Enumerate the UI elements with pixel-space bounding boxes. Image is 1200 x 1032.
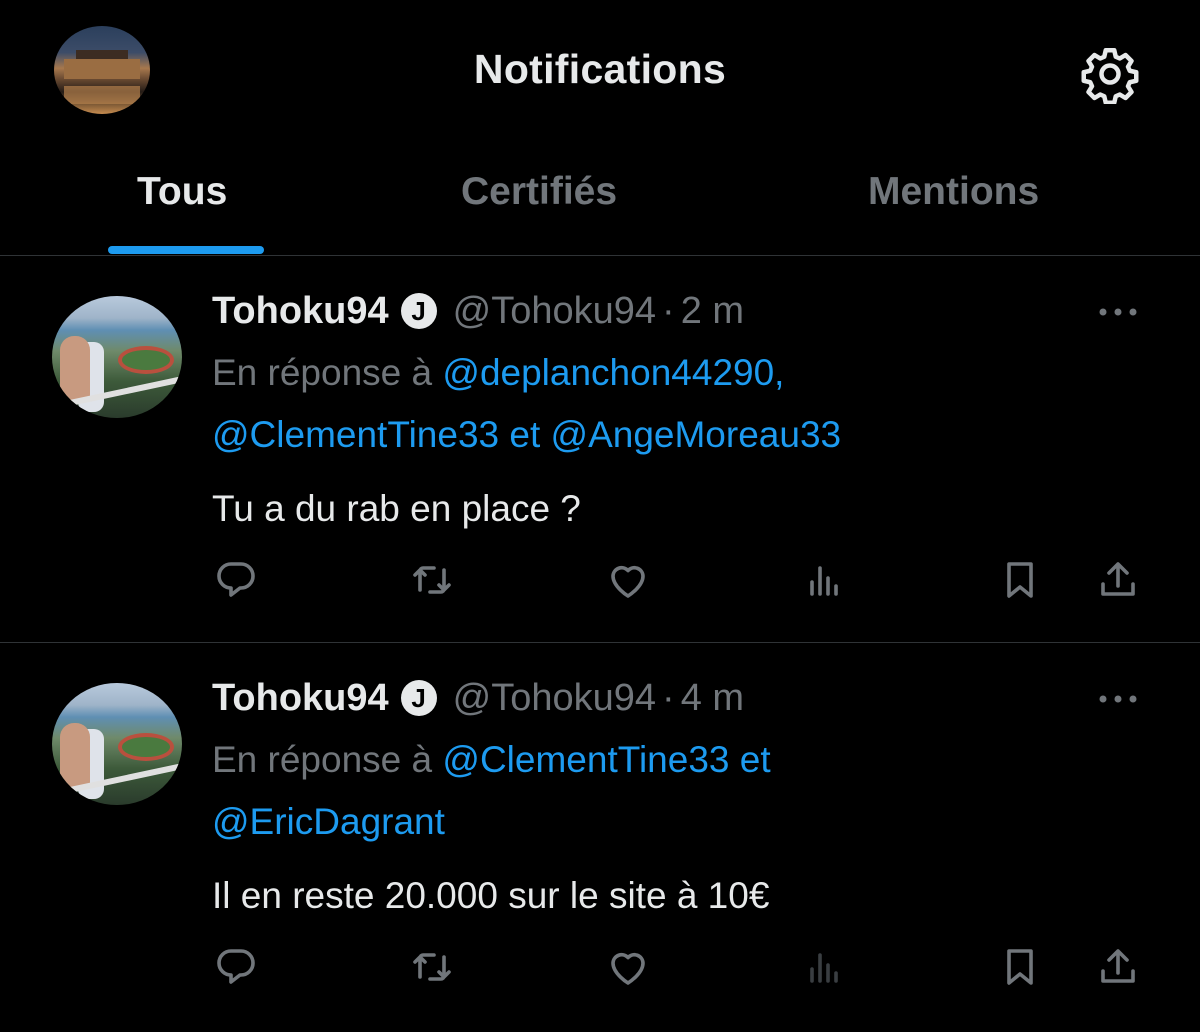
tweet-header: Tohoku94 J @Tohoku94 · 4 m [212,675,744,721]
timestamp[interactable]: 4 m [681,677,744,720]
reply-context: En réponse à @deplanchon44290, [212,352,784,394]
reply-joiner: et [509,414,541,455]
mention-link[interactable]: @ClementTine33 [212,414,499,455]
timestamp[interactable]: 2 m [681,290,744,333]
tweet-actions [0,943,1200,1003]
avatar-stadium [118,733,174,761]
separator: · [662,289,675,332]
author-name[interactable]: Tohoku94 [212,677,389,720]
notification-tweet[interactable]: Tohoku94 J @Tohoku94 · 2 m En réponse à … [0,256,1200,643]
notification-tabs: Tous Certifiés Mentions [0,140,1200,256]
verified-badge-icon: J [400,293,437,329]
tweet-text: Il en reste 20.000 sur le site à 10€ [212,875,770,916]
author-name[interactable]: Tohoku94 [212,290,389,333]
active-tab-indicator [108,246,264,254]
more-dots-icon[interactable] [1095,689,1141,709]
reply-icon[interactable] [212,943,260,991]
top-header: Notifications [0,0,1200,140]
tweet-header: Tohoku94 J @Tohoku94 · 2 m [212,288,744,334]
heart-icon[interactable] [604,556,652,604]
tweet-actions [0,556,1200,616]
reply-prefix: En réponse à [212,739,433,780]
author-handle[interactable]: @Tohoku94 [453,290,656,333]
tab-tous[interactable]: Tous [137,170,227,214]
avatar-stadium [118,346,174,374]
reply-prefix: En réponse à [212,352,433,393]
avatar-figure [60,723,90,789]
mention-link[interactable]: @AngeMoreau33 [551,414,842,455]
avatar[interactable] [52,683,182,805]
reply-context-cont: @ClementTine33 et @AngeMoreau33 [212,414,841,456]
verified-badge-icon: J [400,680,437,716]
views-icon[interactable] [800,556,848,604]
bookmark-icon[interactable] [996,556,1044,604]
mention-link[interactable]: @EricDagrant [212,801,445,842]
share-icon[interactable] [1094,943,1142,991]
retweet-icon[interactable] [408,556,456,604]
views-icon[interactable] [800,943,848,991]
tab-mentions[interactable]: Mentions [868,170,1039,214]
reply-context: En réponse à @ClementTine33 et [212,739,771,781]
notification-tweet[interactable]: Tohoku94 J @Tohoku94 · 4 m En réponse à … [0,643,1200,1032]
share-icon[interactable] [1094,556,1142,604]
mention-link[interactable]: @deplanchon44290, [442,352,784,393]
tab-certifies[interactable]: Certifiés [461,170,617,214]
reply-joiner: et [739,739,771,780]
heart-icon[interactable] [604,943,652,991]
reply-icon[interactable] [212,556,260,604]
gear-icon[interactable] [1080,44,1140,105]
mention-link[interactable]: @ClementTine33 [442,739,729,780]
author-handle[interactable]: @Tohoku94 [453,677,656,720]
avatar-figure [60,336,90,402]
retweet-icon[interactable] [408,943,456,991]
avatar[interactable] [52,296,182,418]
more-dots-icon[interactable] [1095,302,1141,322]
bookmark-icon[interactable] [996,943,1044,991]
page-title: Notifications [473,46,727,92]
separator: · [662,676,675,719]
reply-context-cont: @EricDagrant [212,801,445,843]
tweet-text: Tu a du rab en place ? [212,488,581,529]
